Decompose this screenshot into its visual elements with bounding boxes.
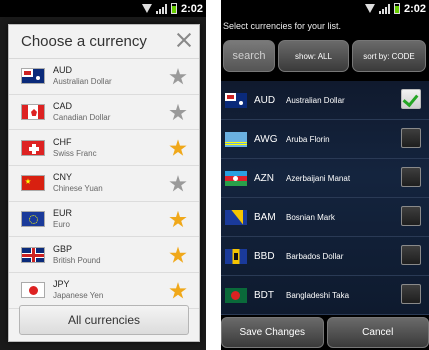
dialog-header: Choose a currency — [9, 25, 199, 59]
currency-code: AZN — [254, 172, 274, 184]
checkbox-bbd[interactable] — [401, 245, 421, 265]
close-icon[interactable] — [177, 33, 191, 47]
status-bar: 2:02 — [221, 0, 429, 17]
uk-flag-icon — [21, 246, 45, 263]
sort-button[interactable]: sort by: CODE — [352, 40, 426, 72]
currency-code: BDT — [254, 289, 274, 301]
signal-icon — [378, 3, 390, 14]
currency-name: Australian Dollar — [53, 77, 112, 87]
list-item-azn[interactable]: AZN Azerbaijani Manat — [221, 159, 429, 198]
battery-icon — [393, 3, 400, 14]
currency-code: JPY — [53, 279, 70, 290]
currency-name: Azerbaijani Manat — [286, 173, 351, 183]
currency-code: AUD — [254, 94, 276, 106]
switzerland-flag-icon — [21, 139, 45, 156]
screen-header: Select currencies for your list. — [221, 17, 429, 35]
currency-code: CHF — [53, 136, 72, 147]
show-filter-button[interactable]: show: ALL — [278, 40, 349, 72]
wifi-icon — [364, 4, 375, 13]
select-currencies-screen: 2:02 Select currencies for your list. se… — [221, 0, 429, 350]
all-currencies-button[interactable]: All currencies — [19, 305, 189, 335]
currency-code: EUR — [53, 208, 73, 219]
eu-flag-icon — [21, 211, 45, 228]
australia-flag-icon — [225, 92, 247, 108]
signal-icon — [155, 3, 167, 14]
bosnia-flag-icon — [225, 209, 247, 225]
currency-row-gbp[interactable]: GBP British Pound — [9, 237, 199, 274]
star-icon[interactable] — [169, 282, 187, 299]
status-time: 2:02 — [180, 2, 203, 15]
star-icon[interactable] — [169, 68, 187, 85]
status-time: 2:02 — [403, 2, 426, 15]
australia-flag-icon — [21, 68, 45, 85]
list-item-bam[interactable]: BAM Bosnian Mark — [221, 198, 429, 237]
star-icon[interactable] — [169, 246, 187, 263]
aruba-flag-icon — [225, 131, 247, 147]
checkbox-aud[interactable] — [401, 89, 421, 109]
checkbox-azn[interactable] — [401, 167, 421, 187]
checkbox-bam[interactable] — [401, 206, 421, 226]
currency-row-chf[interactable]: CHF Swiss Franc — [9, 130, 199, 167]
choose-currency-dialog: Choose a currency AUD Australian Dollar … — [8, 24, 200, 342]
choose-currency-screen: 2:02 Choose a currency AUD Australian Do… — [0, 0, 206, 350]
currency-name: Chinese Yuan — [53, 184, 103, 194]
currency-name: Australian Dollar — [286, 95, 345, 105]
currency-name: Bosnian Mark — [286, 212, 335, 222]
azerbaijan-flag-icon — [225, 170, 247, 186]
currency-row-eur[interactable]: EUR Euro — [9, 202, 199, 238]
currency-name: Aruba Florin — [286, 134, 330, 144]
list-item-bbd[interactable]: BBD Barbados Dollar — [221, 237, 429, 276]
battery-icon — [170, 3, 177, 14]
currency-row-jpy[interactable]: JPY Japanese Yen — [9, 273, 199, 309]
currency-list: AUD Australian Dollar AWG Aruba Florin A… — [221, 81, 429, 315]
star-icon[interactable] — [169, 139, 187, 156]
list-item-awg[interactable]: AWG Aruba Florin — [221, 120, 429, 159]
bangladesh-flag-icon — [225, 287, 247, 303]
search-button[interactable]: search — [223, 40, 275, 72]
dialog-title: Choose a currency — [21, 33, 147, 50]
bottom-bar: Save Changes Cancel — [221, 315, 429, 350]
toolbar: search show: ALL sort by: CODE — [221, 35, 429, 77]
currency-code: BBD — [254, 250, 275, 262]
currency-code: CNY — [53, 172, 73, 183]
status-bar: 2:02 — [0, 0, 206, 17]
cancel-button[interactable]: Cancel — [326, 317, 429, 348]
currency-code: BAM — [254, 211, 276, 223]
list-item-bdt[interactable]: BDT Bangladeshi Taka — [221, 276, 429, 315]
currency-row-aud[interactable]: AUD Australian Dollar — [9, 59, 199, 95]
currency-row-cny[interactable]: CNY Chinese Yuan — [9, 166, 199, 202]
currency-name: British Pound — [53, 255, 101, 265]
currency-name: Bangladeshi Taka — [286, 290, 350, 300]
checkbox-bdt[interactable] — [401, 284, 421, 304]
china-flag-icon — [21, 175, 45, 192]
currency-name: Canadian Dollar — [53, 113, 111, 123]
currency-name: Barbados Dollar — [286, 251, 344, 261]
canada-flag-icon — [21, 104, 45, 121]
checkbox-awg[interactable] — [401, 128, 421, 148]
currency-code: GBP — [53, 243, 73, 254]
currency-code: AWG — [254, 133, 278, 145]
currency-name: Euro — [53, 220, 70, 230]
star-icon[interactable] — [169, 103, 187, 121]
save-changes-button[interactable]: Save Changes — [221, 317, 324, 348]
currency-name: Japanese Yen — [53, 291, 104, 301]
wifi-icon — [141, 4, 152, 13]
currency-code: CAD — [53, 101, 73, 112]
currency-name: Swiss Franc — [53, 148, 97, 158]
barbados-flag-icon — [225, 248, 247, 264]
star-icon[interactable] — [169, 210, 187, 228]
list-item-aud[interactable]: AUD Australian Dollar — [221, 81, 429, 120]
star-icon[interactable] — [169, 175, 187, 192]
currency-row-cad[interactable]: CAD Canadian Dollar — [9, 95, 199, 131]
japan-flag-icon — [21, 282, 45, 299]
currency-code: AUD — [53, 65, 73, 76]
